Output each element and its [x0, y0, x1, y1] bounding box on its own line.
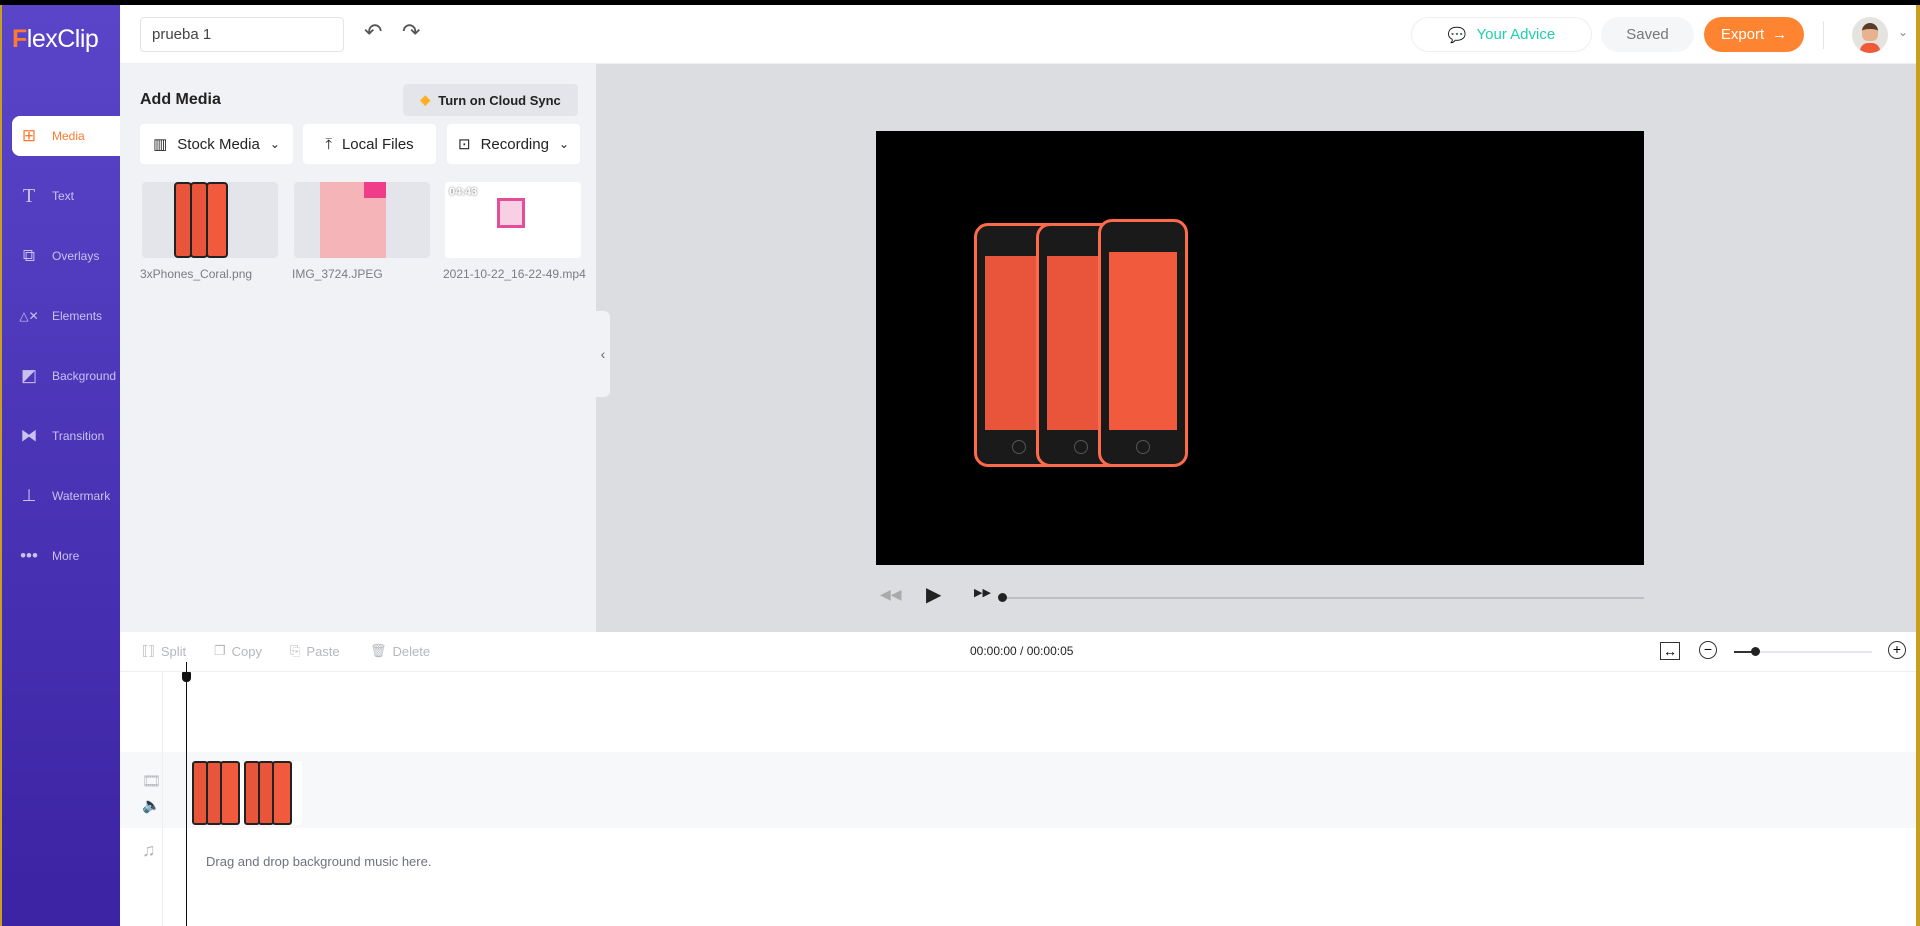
undo-icon[interactable]: ↶	[364, 19, 382, 45]
saved-status: Saved	[1601, 17, 1694, 52]
your-advice-button[interactable]: 💬 Your Advice	[1411, 17, 1592, 52]
app-window: FlexClip ⊞ Media T Text ⧉ Overlays △✕ Elemen…	[2, 5, 1916, 926]
phone-image	[1098, 219, 1188, 467]
transition-icon: ⧓	[20, 426, 38, 445]
trash-icon: 🗑	[370, 643, 387, 658]
zoom-slider-handle[interactable]	[1750, 647, 1760, 656]
video-track	[120, 752, 1916, 828]
sidebar-item-background[interactable]: ◩ Background	[12, 356, 120, 396]
music-drop-hint: Drag and drop background music here.	[206, 854, 432, 869]
project-name-input[interactable]	[140, 17, 344, 52]
paste-icon: ⎘	[290, 643, 301, 658]
header: ↶ ↷ 💬Your Advice Saved Export→ ⌄	[120, 5, 1916, 64]
copy-button[interactable]: ❐ Copy	[214, 643, 262, 659]
split-button[interactable]: ⟦⟧ Split	[142, 643, 186, 659]
media-thumbnail[interactable]	[294, 182, 430, 258]
recording-dropdown[interactable]: ⊡ Recording ⌄	[447, 124, 580, 164]
video-canvas	[876, 131, 1644, 565]
collapse-panel-button[interactable]: ‹	[596, 311, 610, 397]
video-duration: 04:43	[449, 186, 478, 198]
arrow-right-icon: →	[1772, 26, 1788, 43]
avatar[interactable]	[1852, 17, 1888, 53]
store-icon: ▥	[153, 136, 168, 153]
watermark-icon: ⊥	[21, 486, 37, 505]
divider	[1823, 21, 1824, 49]
folder-plus-icon: ⊞	[21, 126, 37, 145]
local-files-button[interactable]: ⤒ Local Files	[303, 124, 436, 164]
stock-media-dropdown[interactable]: ▥ Stock Media ⌄	[140, 124, 293, 164]
sidebar: FlexClip ⊞ Media T Text ⧉ Overlays △✕ Elemen…	[2, 5, 120, 926]
video-clip[interactable]	[192, 761, 302, 825]
fast-forward-icon[interactable]: ▶▶	[974, 586, 991, 599]
timeline-toolbar: ⟦⟧ Split ❐ Copy ⎘ Paste 🗑 Delete 00:00:00 / …	[120, 632, 1916, 672]
media-thumbnail[interactable]: 04:43	[445, 182, 581, 258]
upload-icon: ⤒	[325, 135, 332, 153]
chevron-down-icon[interactable]: ⌄	[1898, 25, 1908, 39]
film-icon: 🎞	[142, 773, 162, 790]
time-display: 00:00:00 / 00:00:05	[970, 644, 1074, 658]
volume-icon[interactable]: 🔈	[142, 796, 161, 814]
progress-handle[interactable]	[998, 593, 1007, 602]
playback-progress[interactable]	[1002, 597, 1644, 599]
record-icon: ⊡	[457, 136, 471, 153]
media-name: 3xPhones_Coral.png	[140, 267, 253, 281]
chevron-left-icon: ‹	[600, 346, 606, 362]
diamond-icon: ◆	[420, 92, 431, 107]
sidebar-item-elements[interactable]: △✕ Elements	[12, 296, 120, 336]
playhead-handle[interactable]	[182, 672, 191, 682]
copy-icon: ❐	[214, 643, 226, 658]
play-icon[interactable]: ▶	[926, 582, 941, 607]
music-icon: ♫	[142, 840, 156, 860]
delete-button[interactable]: 🗑 Delete	[370, 643, 430, 659]
sidebar-item-more[interactable]: ••• More	[12, 536, 120, 576]
media-name: 2021-10-22_16-22-49.mp4	[443, 267, 586, 281]
fit-timeline-icon[interactable]: ↔	[1660, 642, 1680, 660]
panel-title: Add Media	[140, 91, 221, 108]
preview-area: ◀◀ ▶ ▶▶	[596, 64, 1916, 637]
sidebar-item-text[interactable]: T Text	[12, 176, 120, 216]
rewind-icon[interactable]: ◀◀	[880, 586, 902, 603]
background-icon: ◩	[20, 366, 38, 385]
split-icon: ⟦⟧	[142, 643, 155, 658]
sidebar-item-media[interactable]: ⊞ Media	[12, 116, 120, 156]
sidebar-item-overlays[interactable]: ⧉ Overlays	[12, 236, 120, 276]
overlays-icon: ⧉	[22, 246, 36, 265]
zoom-out-icon[interactable]: −	[1699, 641, 1717, 659]
more-icon: •••	[20, 546, 38, 565]
export-button[interactable]: Export →	[1704, 17, 1804, 52]
cloud-sync-button[interactable]: ◆ Turn on Cloud Sync	[403, 84, 578, 116]
zoom-in-icon[interactable]: +	[1888, 641, 1906, 659]
timeline: 🎞 🔈 ♫ Drag and drop background music her…	[120, 662, 1916, 926]
sidebar-item-watermark[interactable]: ⊥ Watermark	[12, 476, 120, 516]
redo-icon[interactable]: ↷	[402, 19, 420, 45]
elements-icon: △✕	[19, 309, 39, 323]
paste-button[interactable]: ⎘ Paste	[290, 643, 340, 659]
chevron-down-icon: ⌄	[269, 137, 280, 151]
chat-icon: 💬	[1447, 26, 1467, 44]
media-name: IMG_3724.JPEG	[292, 267, 383, 281]
media-thumbnail[interactable]	[142, 182, 278, 258]
media-panel: Add Media ◆ Turn on Cloud Sync ▥ Stock Med…	[120, 64, 596, 637]
sidebar-item-transition[interactable]: ⧓ Transition	[12, 416, 120, 456]
chevron-down-icon: ⌄	[558, 137, 569, 151]
video-logo	[497, 198, 525, 228]
text-icon: T	[22, 184, 36, 207]
flexclip-logo: FlexClip	[12, 25, 99, 53]
playhead[interactable]	[186, 662, 187, 926]
